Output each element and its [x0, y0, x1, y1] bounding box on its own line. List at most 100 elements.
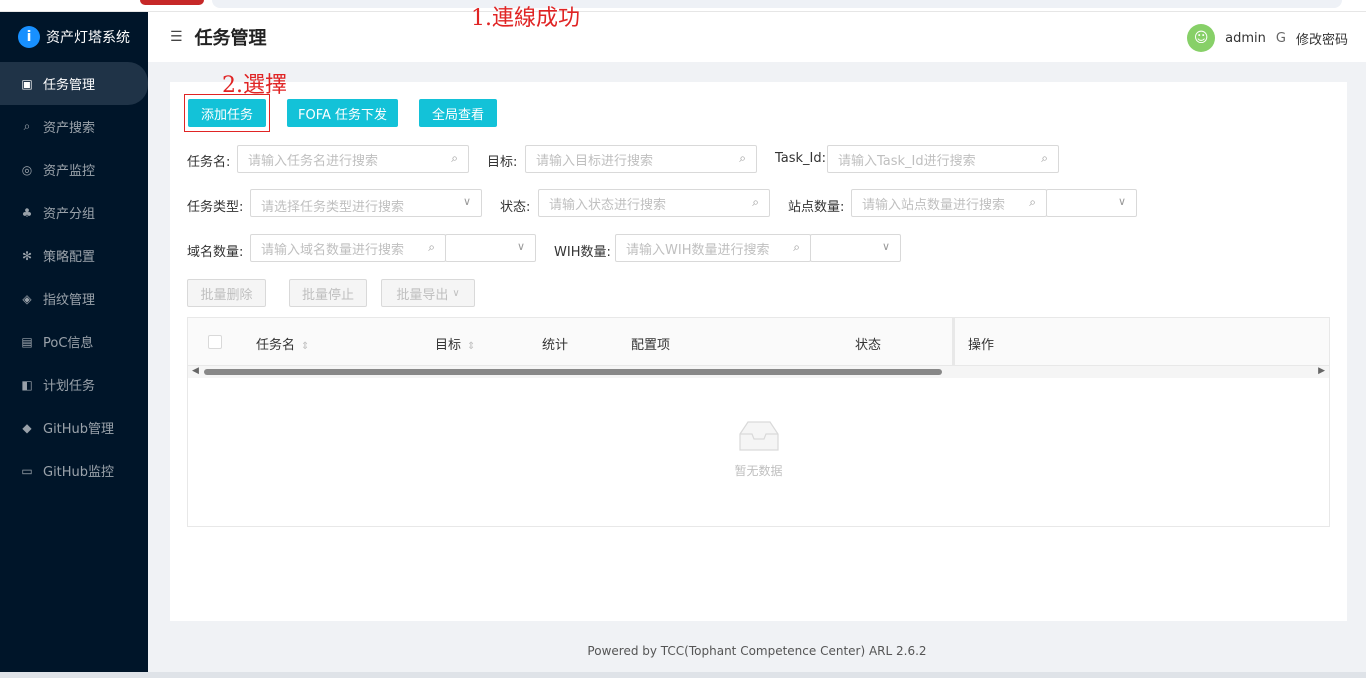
lighthouse-logo-icon: i	[18, 26, 40, 48]
column-header-actions: 操作	[968, 338, 995, 353]
sidebar-item-8[interactable]: ◧ 计划任务	[0, 363, 148, 406]
site-count-label: 站点数量:	[788, 200, 845, 215]
sidebar-item-label: PoC信息	[43, 336, 94, 351]
column-header-target[interactable]: 目标 ⇕	[435, 334, 475, 353]
status-placeholder: 请输入状态进行搜索	[549, 197, 667, 213]
sidebar-item-7[interactable]: ▤ PoC信息	[0, 320, 148, 363]
logout-icon[interactable]: G	[1276, 31, 1286, 46]
sort-icon[interactable]: ⇕	[467, 341, 475, 352]
sidebar-item-1[interactable]: ▣ 任务管理	[0, 62, 148, 105]
change-password-link[interactable]: 修改密码	[1296, 29, 1348, 48]
sidebar-item-label: 计划任务	[43, 379, 96, 394]
footer: Powered by TCC(Tophant Competence Center…	[587, 644, 927, 658]
sidebar-menu: ▣ 任务管理 ⌕ 资产搜索 ◎ 资产监控 ♣ 资产分组 ✻ 策略配置 ◈ 指纹管理 ▤ PoC信息 ◧ 计划任…	[0, 62, 148, 492]
sidebar-item-10[interactable]: ▭ GitHub监控	[0, 449, 148, 492]
column-label: 任务名	[256, 338, 296, 353]
table-header: 任务名 ⇕ 目标 ⇕ 统计 配置项 状态 操作	[188, 318, 1329, 366]
bottom-bar	[0, 672, 1366, 678]
sidebar-item-2[interactable]: ⌕ 资产搜索	[0, 105, 148, 148]
empty-text: 暂无数据	[734, 464, 783, 478]
sidebar-item-label: GitHub监控	[43, 465, 115, 480]
shield-icon: ◎	[21, 162, 33, 177]
sort-icon[interactable]: ⇕	[301, 341, 309, 352]
site-count-input[interactable]: 请输入站点数量进行搜索 ⌕	[851, 189, 1047, 217]
sidebar-item-4[interactable]: ♣ 资产分组	[0, 191, 148, 234]
batch-stop-button[interactable]: 批量停止	[289, 279, 367, 307]
scroll-left-icon[interactable]: ◀	[192, 366, 199, 376]
sidebar-item-9[interactable]: ◆ GitHub管理	[0, 406, 148, 449]
domain-count-placeholder: 请输入域名数量进行搜索	[261, 242, 405, 258]
target-label: 目标:	[487, 155, 518, 170]
settings-icon: ✻	[21, 248, 33, 263]
fofa-task-button[interactable]: FOFA 任务下发	[287, 99, 398, 127]
fixed-column-divider	[952, 318, 955, 366]
fingerprint-icon: ◈	[22, 291, 32, 306]
task-id-input[interactable]: 请输入Task_Id进行搜索 ⌕	[827, 145, 1059, 173]
sidebar-item-3[interactable]: ◎ 资产监控	[0, 148, 148, 191]
task-type-placeholder: 请选择任务类型进行搜索	[261, 200, 405, 215]
task-id-label: Task_Id:	[775, 151, 827, 166]
status-input[interactable]: 请输入状态进行搜索 ⌕	[538, 189, 770, 217]
chevron-down-icon: ∨	[516, 240, 525, 253]
task-name-label: 任务名:	[187, 155, 231, 170]
browser-top-strip	[0, 0, 1366, 12]
sidebar-item-5[interactable]: ✻ 策略配置	[0, 234, 148, 277]
empty-state: 暂无数据	[188, 418, 1329, 479]
page-title: 任务管理	[194, 28, 267, 49]
clipboard-icon: ▣	[21, 76, 33, 91]
site-count-operator-select[interactable]: ∨	[1046, 189, 1137, 217]
browser-tab[interactable]	[140, 0, 204, 5]
file-icon: ▤	[21, 334, 33, 349]
batch-delete-button[interactable]: 批量删除	[187, 279, 266, 307]
column-label: 目标	[435, 338, 462, 353]
horizontal-scrollbar[interactable]: ◀ ▶	[188, 366, 1329, 378]
sidebar-item-label: 资产分组	[43, 207, 96, 222]
chevron-down-icon: ∨	[881, 240, 890, 253]
sidebar-item-6[interactable]: ◈ 指纹管理	[0, 277, 148, 320]
domain-count-operator-select[interactable]: ∨	[445, 234, 536, 262]
task-id-placeholder: 请输入Task_Id进行搜索	[838, 153, 976, 169]
menu-toggle-icon[interactable]: ☰	[170, 29, 183, 45]
scrollbar-thumb[interactable]	[204, 369, 942, 375]
sidebar: i 资产灯塔系统 ▣ 任务管理 ⌕ 资产搜索 ◎ 资产监控 ♣ 资产分组 ✻ 策略配置 ◈ 指纹管理 ▤…	[0, 12, 148, 678]
search-icon: ⌕	[793, 240, 800, 254]
search-icon: ⌕	[1041, 151, 1048, 165]
wih-count-placeholder: 请输入WIH数量进行搜索	[626, 242, 770, 258]
task-type-select[interactable]: 请选择任务类型进行搜索 ∨	[250, 189, 482, 217]
select-all-checkbox[interactable]	[208, 335, 222, 349]
sidebar-item-label: GitHub管理	[43, 422, 115, 437]
monitor-icon: ▭	[21, 463, 33, 478]
global-view-button[interactable]: 全局查看	[419, 99, 497, 127]
task-name-input[interactable]: 请输入任务名进行搜索 ⌕	[237, 145, 469, 173]
scroll-right-icon[interactable]: ▶	[1318, 366, 1325, 376]
task-table: 任务名 ⇕ 目标 ⇕ 统计 配置项 状态 操作 ◀ ▶ 暂无数据	[187, 317, 1330, 527]
domain-count-input[interactable]: 请输入域名数量进行搜索 ⌕	[250, 234, 446, 262]
user-area: ☺ admin G 修改密码	[1187, 24, 1348, 52]
column-header-task-name[interactable]: 任务名 ⇕	[256, 334, 309, 353]
target-placeholder: 请输入目标进行搜索	[536, 153, 654, 169]
chevron-down-icon: ∨	[462, 195, 471, 208]
column-header-status: 状态	[855, 338, 882, 353]
chevron-down-icon: ∨	[452, 287, 460, 299]
schedule-icon: ◧	[21, 377, 33, 392]
add-task-button[interactable]: 添加任务	[188, 99, 266, 127]
wih-count-operator-select[interactable]: ∨	[810, 234, 901, 262]
sidebar-item-label: 资产监控	[43, 164, 96, 179]
browser-address-bar[interactable]	[212, 0, 1342, 8]
column-header-config: 配置项	[631, 338, 671, 353]
chevron-down-icon: ∨	[1117, 195, 1126, 208]
wih-count-input[interactable]: 请输入WIH数量进行搜索 ⌕	[615, 234, 811, 262]
search-icon: ⌕	[739, 151, 746, 165]
cluster-icon: ♣	[21, 205, 33, 220]
username[interactable]: admin	[1225, 31, 1266, 46]
sidebar-item-label: 指纹管理	[43, 293, 96, 308]
status-label: 状态:	[500, 200, 531, 215]
target-input[interactable]: 请输入目标进行搜索 ⌕	[525, 145, 757, 173]
sidebar-item-label: 资产搜索	[43, 121, 96, 136]
domain-count-label: 域名数量:	[187, 245, 244, 260]
avatar[interactable]: ☺	[1187, 24, 1216, 52]
brand-name: 资产灯塔系统	[46, 30, 130, 46]
task-type-label: 任务类型:	[187, 200, 244, 215]
annotation-step1: 1.連線成功	[471, 6, 580, 31]
batch-export-button[interactable]: 批量导出 ∨	[381, 279, 475, 307]
